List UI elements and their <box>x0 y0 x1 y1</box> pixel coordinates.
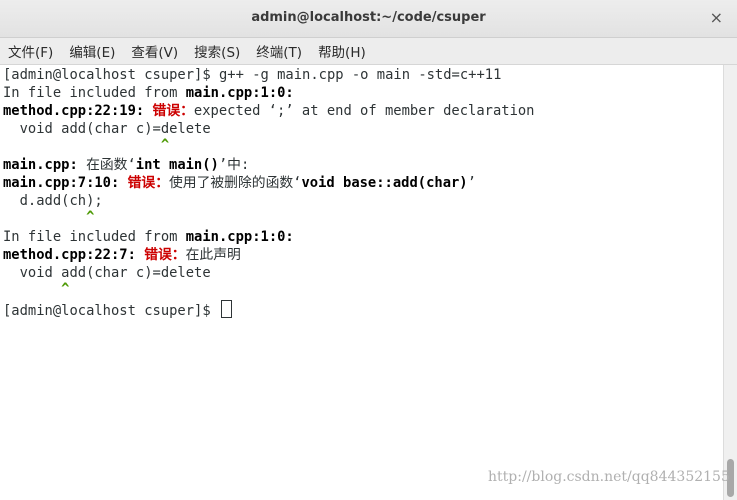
menu-edit[interactable]: 编辑(E) <box>69 41 115 61</box>
terminal-line-command: [admin@localhost csuper]$ g++ -g main.cp… <box>3 66 501 84</box>
include-text: In file included from <box>3 229 186 245</box>
terminal-line-caret-1: ^ <box>3 137 170 153</box>
scrollbar[interactable] <box>723 65 737 500</box>
error-location: main.cpp:7:10: <box>3 175 120 191</box>
terminal-line-include-1: In file included from main.cpp:1:0: <box>3 84 294 102</box>
terminal-line-include-2: In file included from main.cpp:1:0: <box>3 228 294 246</box>
terminal-line-error-1: method.cpp:22:19: 错误：expected ‘;’ at end… <box>3 102 535 120</box>
terminal-line-context: main.cpp: 在函数‘int main()’中: <box>3 156 249 174</box>
watermark: http://blog.csdn.net/qq844352155 <box>488 469 730 485</box>
error-location: method.cpp:22:7: <box>3 247 136 263</box>
shell-prompt: [admin@localhost csuper]$ <box>3 67 219 83</box>
terminal-line-prompt: [admin@localhost csuper]$ <box>3 300 232 319</box>
window-title: admin@localhost:~/code/csuper <box>251 10 486 25</box>
text-cursor <box>220 300 232 318</box>
close-icon[interactable]: × <box>710 9 723 27</box>
context-location: main.cpp: <box>3 157 78 173</box>
error-label: 错误： <box>127 175 169 191</box>
terminal-line-error-2: main.cpp:7:10: 错误：使用了被删除的函数‘void base::a… <box>3 174 476 192</box>
context-end: ’中: <box>218 157 250 173</box>
terminal-output[interactable]: [admin@localhost csuper]$ g++ -g main.cp… <box>0 65 723 500</box>
error-message: 在此声明 <box>185 247 241 263</box>
include-file: main.cpp:1:0: <box>185 85 294 101</box>
error-location: method.cpp:22:19: <box>3 103 145 119</box>
error-function: void base::add(char) <box>301 175 468 191</box>
context-text: 在函数‘ <box>77 157 136 173</box>
menu-file[interactable]: 文件(F) <box>8 41 53 61</box>
title-bar: admin@localhost:~/code/csuper × <box>0 0 737 38</box>
error-label: 错误： <box>144 247 186 263</box>
menu-search[interactable]: 搜索(S) <box>194 41 240 61</box>
terminal-line-caret-2: ^ <box>3 209 95 225</box>
error-message: 使用了被删除的函数‘ <box>169 175 302 191</box>
shell-prompt: [admin@localhost csuper]$ <box>3 303 219 319</box>
error-end: ’ <box>467 175 476 191</box>
terminal-line-caret-3: ^ <box>3 281 70 297</box>
error-label: 错误： <box>152 103 194 119</box>
context-function: int main() <box>135 157 219 173</box>
menu-help[interactable]: 帮助(H) <box>318 41 366 61</box>
menu-terminal[interactable]: 终端(T) <box>256 41 302 61</box>
menu-view[interactable]: 查看(V) <box>131 41 178 61</box>
terminal-line-error-3: method.cpp:22:7: 错误：在此声明 <box>3 246 241 264</box>
command-text: g++ -g main.cpp -o main -std=c++11 <box>218 67 502 83</box>
error-message: expected ‘;’ at end of member declaratio… <box>193 103 535 119</box>
menu-bar: 文件(F) 编辑(E) 查看(V) 搜索(S) 终端(T) 帮助(H) <box>0 38 737 65</box>
include-text: In file included from <box>3 85 186 101</box>
include-file: main.cpp:1:0: <box>185 229 294 245</box>
